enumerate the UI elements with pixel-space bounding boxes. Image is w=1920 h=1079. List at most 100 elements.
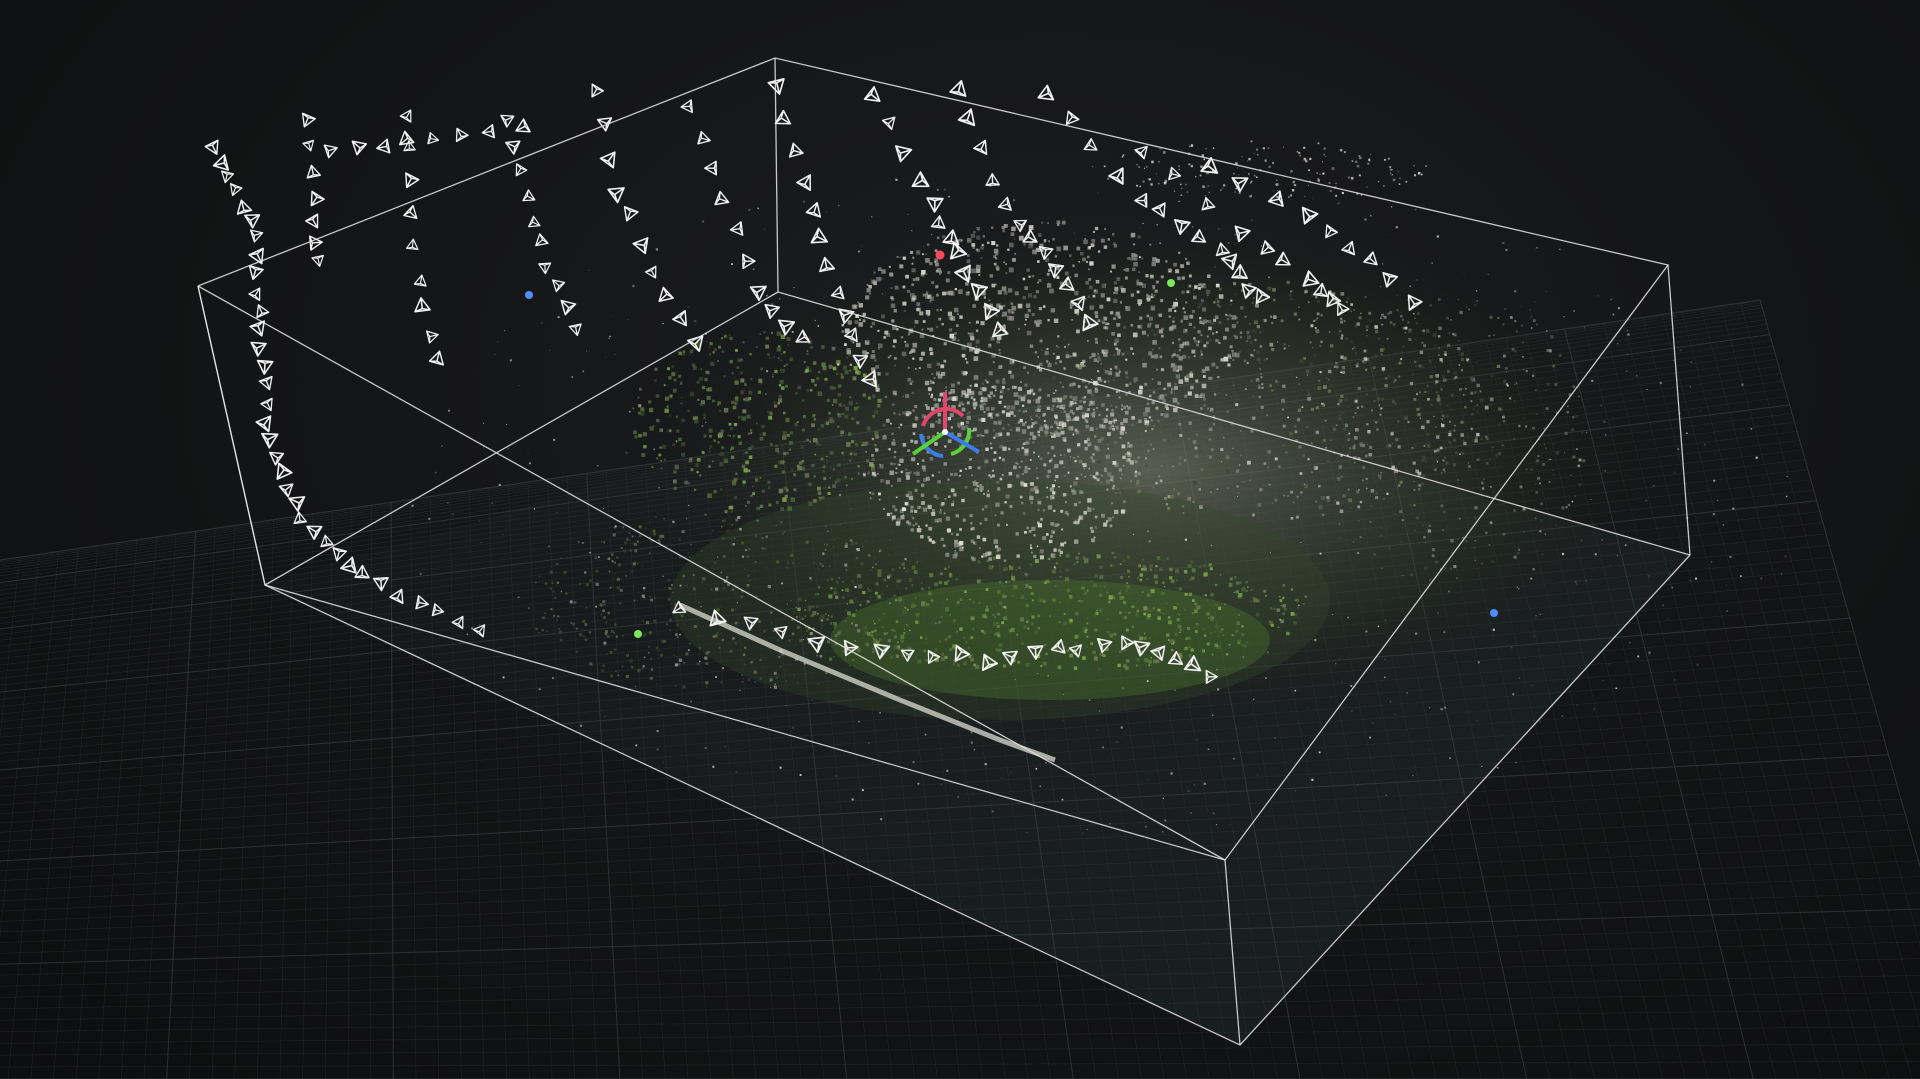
cloud-point [930, 395, 933, 399]
cloud-point [1147, 613, 1151, 617]
cloud-point [1415, 632, 1418, 635]
cloud-point [1303, 357, 1306, 360]
cloud-point [817, 428, 820, 431]
cloud-point [817, 391, 823, 396]
cloud-point [1406, 692, 1408, 694]
cloud-point [1109, 427, 1112, 430]
cloud-point [1294, 313, 1297, 316]
cloud-point [912, 278, 916, 281]
cloud-point [811, 699, 813, 701]
cloud-point [1098, 608, 1103, 613]
cloud-point [877, 569, 882, 574]
cloud-point [1195, 176, 1197, 178]
cloud-point [1130, 324, 1134, 327]
cloud-point [993, 539, 999, 544]
cloud-point [1075, 556, 1079, 560]
cloud-point [1095, 280, 1100, 284]
cloud-point [561, 619, 563, 622]
cloud-point [1755, 456, 1758, 459]
cloud-point [944, 581, 948, 585]
cloud-point [1375, 492, 1378, 495]
cloud-point [1183, 459, 1187, 462]
cloud-point [1196, 739, 1198, 741]
cloud-point [1089, 261, 1094, 266]
cloud-point [891, 485, 893, 487]
cloud-point [754, 477, 758, 480]
cloud-point [713, 490, 717, 494]
cloud-point [813, 499, 817, 503]
cloud-point [1152, 285, 1156, 288]
cloud-point [854, 320, 859, 324]
cloud-point [695, 324, 697, 326]
cloud-point [1364, 556, 1366, 558]
cloud-point [1209, 410, 1212, 412]
cloud-point [1156, 402, 1160, 406]
cloud-point [679, 382, 683, 385]
cloud-point [1142, 362, 1147, 368]
cloud-point [1187, 564, 1192, 568]
cloud-point [1166, 557, 1169, 560]
cloud-point [671, 557, 673, 558]
cloud-point [696, 662, 700, 666]
cloud-point [1418, 543, 1420, 545]
cloud-point [758, 380, 760, 382]
cloud-point [1314, 327, 1317, 329]
cloud-point [1204, 366, 1210, 371]
cloud-point [1096, 729, 1098, 731]
cloud-point [988, 412, 993, 417]
cloud-point [1174, 350, 1177, 352]
cloud-point [844, 544, 848, 548]
cloud-point [586, 350, 587, 352]
cloud-point [771, 622, 773, 624]
cloud-point [1003, 324, 1006, 327]
cloud-point [838, 205, 840, 207]
cloud-point [1503, 379, 1507, 383]
cloud-point [829, 450, 834, 455]
cloud-point [1206, 346, 1208, 348]
cloud-point [1352, 445, 1354, 448]
cloud-point [1106, 488, 1109, 491]
cloud-point [1357, 505, 1361, 509]
cloud-point [1071, 419, 1074, 422]
cloud-point [1123, 418, 1128, 423]
3d-viewport[interactable] [0, 0, 1920, 1079]
cloud-point [925, 310, 931, 315]
cloud-point [1513, 555, 1517, 559]
cloud-point [1096, 554, 1101, 559]
cloud-point [1057, 504, 1060, 506]
cloud-point [776, 638, 780, 642]
cloud-point [982, 235, 985, 238]
cloud-point [1103, 380, 1107, 383]
cloud-point [898, 426, 901, 429]
cloud-point [996, 340, 1000, 344]
cloud-point [1059, 576, 1062, 578]
cloud-point [1139, 385, 1143, 390]
cloud-point [1453, 371, 1457, 375]
cloud-point [761, 424, 765, 429]
cloud-point [1381, 313, 1384, 317]
cloud-point [902, 411, 906, 415]
cloud-point [1282, 424, 1286, 428]
cloud-point [811, 379, 815, 383]
cloud-point [974, 427, 978, 431]
cloud-point [731, 524, 734, 526]
cloud-point [1170, 540, 1172, 543]
cloud-point [769, 678, 773, 682]
cloud-point [623, 549, 626, 553]
cloud-point [1195, 622, 1199, 626]
cloud-point [1008, 288, 1013, 293]
cloud-point [1274, 379, 1278, 383]
cloud-point [1327, 460, 1329, 462]
cloud-point [1063, 466, 1065, 468]
cloud-point [887, 642, 890, 645]
cloud-point [1187, 356, 1191, 359]
cloud-point [1184, 646, 1188, 650]
cloud-point [732, 637, 735, 640]
cloud-point [1253, 440, 1257, 444]
cloud-point [1274, 457, 1278, 461]
cloud-point [879, 755, 881, 757]
scene-canvas[interactable] [0, 0, 1920, 1079]
cloud-point [573, 601, 577, 604]
cloud-point [920, 507, 922, 510]
cloud-point [1042, 509, 1045, 512]
